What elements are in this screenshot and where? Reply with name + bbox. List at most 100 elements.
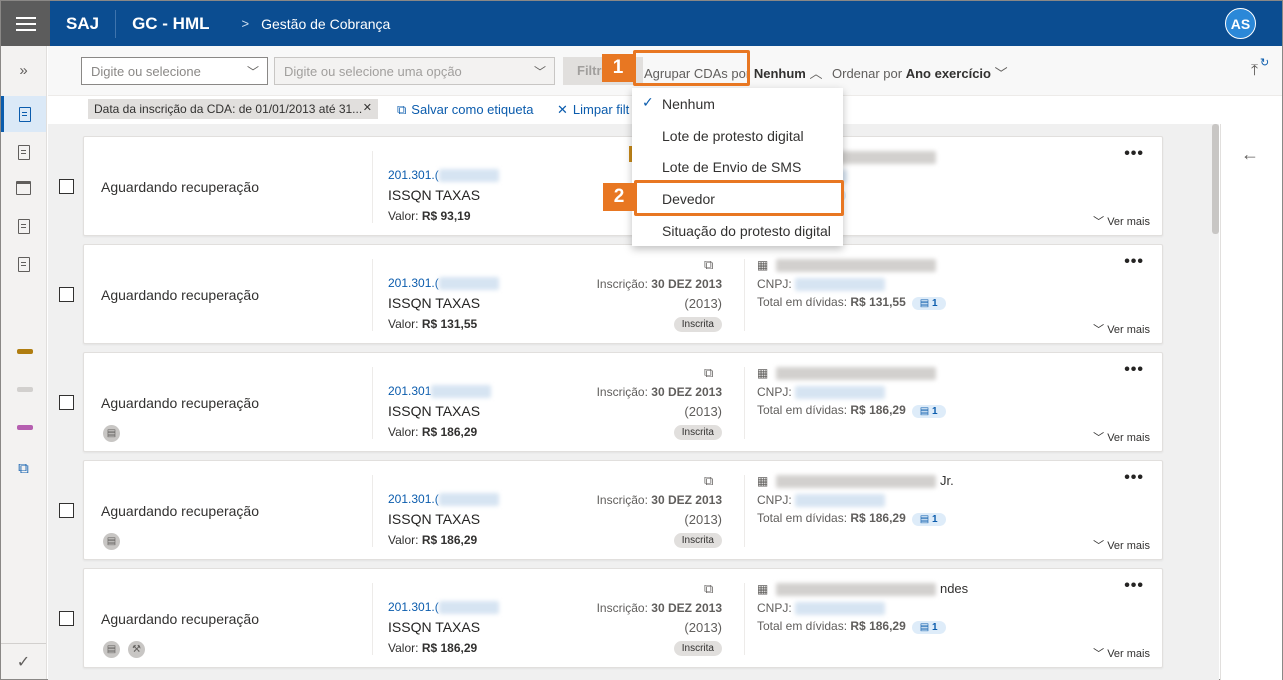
- more-options-button[interactable]: •••: [1124, 145, 1144, 163]
- rail-tag-purple[interactable]: [17, 425, 33, 430]
- row-checkbox[interactable]: [59, 287, 74, 302]
- debt-count-badge[interactable]: ▤ 1: [911, 621, 946, 634]
- menu-item-situacao-protesto[interactable]: Situação do protesto digital: [632, 215, 843, 247]
- more-options-button[interactable]: •••: [1124, 469, 1144, 487]
- back-arrow-icon[interactable]: ←: [1241, 144, 1259, 165]
- debt-count-badge[interactable]: ▤ 1: [911, 297, 946, 310]
- column-divider: [744, 367, 745, 439]
- cda-card[interactable]: Aguardando recuperação ▤ 201.301.(ISSQN TA…: [83, 460, 1163, 560]
- devedor-cnpj: CNPJ:: [757, 385, 886, 400]
- cda-card[interactable]: Aguardando recuperação ▤ 201.301 ISSQN TAXA…: [83, 352, 1163, 452]
- devedor-name[interactable]: ▦: [757, 257, 937, 273]
- rail-item-calendar[interactable]: [1, 170, 46, 206]
- rail-item-history[interactable]: [1, 246, 46, 282]
- cda-number-link[interactable]: 201.301.(: [388, 168, 499, 183]
- valor-value: R$ 93,19: [421, 209, 471, 223]
- chevron-right-icon: >: [241, 16, 250, 31]
- devedor-name[interactable]: ▦ Jr.: [757, 473, 954, 489]
- menu-item-nenhum[interactable]: ✓ Nenhum: [632, 88, 843, 120]
- save-as-tag-link[interactable]: ⧉ Salvar como etiqueta: [397, 102, 533, 118]
- cda-card[interactable]: Aguardando recuperação 201.301.(ISSQN TAX…: [83, 244, 1163, 344]
- menu-item-lote-sms[interactable]: Lote de Envio de SMS: [632, 151, 843, 183]
- see-more-link[interactable]: ﹀ Ver mais: [1093, 645, 1150, 661]
- row-checkbox[interactable]: [59, 395, 74, 410]
- see-more-label: Ver mais: [1107, 540, 1150, 552]
- order-by-dropdown[interactable]: Ordenar por Ano exercício ﹀: [832, 63, 1008, 82]
- redacted-text: [776, 367, 937, 381]
- devedor-cnpj: CNPJ:: [757, 493, 886, 508]
- see-more-label: Ver mais: [1107, 216, 1150, 228]
- rail-item-documents[interactable]: [1, 134, 46, 170]
- row-checkbox[interactable]: [59, 503, 74, 518]
- row-checkbox[interactable]: [59, 179, 74, 194]
- menu-item-lote-protesto[interactable]: Lote de protesto digital: [632, 120, 843, 152]
- cda-number-link[interactable]: 201.301.(: [388, 492, 499, 507]
- cda-status: Aguardando recuperação: [101, 395, 260, 411]
- more-options-button[interactable]: •••: [1124, 253, 1144, 271]
- rail-tag-gray[interactable]: [17, 387, 33, 392]
- valor-label: Valor:: [388, 317, 419, 331]
- inscricao-date: 30 DEZ 2013: [651, 601, 722, 615]
- monitor-tag-icon: ⧉: [704, 257, 714, 272]
- debt-count-badge[interactable]: ▤ 1: [911, 513, 946, 526]
- cda-number-link[interactable]: 201.301.(: [388, 600, 499, 615]
- menu-button[interactable]: [1, 1, 50, 46]
- see-more-link[interactable]: ﹀ Ver mais: [1093, 429, 1150, 445]
- total-debt: Total em dívidas: R$ 186,29 ▤ 1: [757, 403, 946, 418]
- rail-item-cdas[interactable]: [1, 96, 46, 132]
- redacted-text: [438, 493, 499, 507]
- cda-number-link[interactable]: 201.301: [388, 384, 492, 399]
- clear-filters-link[interactable]: ✕ Limpar filt: [557, 102, 629, 118]
- document-clock-icon: [17, 256, 30, 272]
- cda-number-link[interactable]: 201.301.(: [388, 276, 499, 291]
- type-select-placeholder: Digite ou selecione: [91, 64, 201, 79]
- row-checkbox[interactable]: [59, 611, 74, 626]
- scrollbar-thumb[interactable]: [1212, 124, 1219, 234]
- see-more-link[interactable]: ﹀ Ver mais: [1093, 213, 1150, 229]
- option-select[interactable]: Digite ou selecione uma opção ﹀: [274, 57, 555, 85]
- hamburger-icon: [15, 16, 36, 31]
- double-chevron-down-icon: ﹀: [1093, 432, 1108, 444]
- redacted-text: [431, 385, 492, 399]
- brand-logo[interactable]: SAJ: [66, 14, 99, 34]
- close-icon[interactable]: ✕: [363, 101, 372, 114]
- see-more-link[interactable]: ﹀ Ver mais: [1093, 537, 1150, 553]
- debt-count-badge[interactable]: ▤ 1: [911, 405, 946, 418]
- export-refresh-button[interactable]: ⤒ ↻: [1248, 57, 1270, 82]
- cda-valor: Valor: R$ 186,29: [388, 425, 477, 439]
- chevron-up-icon: ︿: [809, 66, 823, 81]
- rail-item-settings-doc[interactable]: [1, 208, 46, 244]
- cda-card[interactable]: Aguardando recuperação ▤ ⚒ 201.301.(ISSQN T…: [83, 568, 1163, 668]
- avatar[interactable]: AS: [1225, 8, 1256, 39]
- rail-tag-orange[interactable]: [17, 349, 33, 354]
- breadcrumb[interactable]: Gestão de Cobrança: [261, 16, 390, 32]
- expand-rail-icon[interactable]: »: [1, 52, 46, 88]
- more-options-button[interactable]: •••: [1124, 361, 1144, 379]
- column-divider: [372, 259, 373, 331]
- valor-label: Valor:: [388, 641, 419, 655]
- cda-valor: Valor: R$ 186,29: [388, 641, 477, 655]
- group-by-value: Nenhum: [753, 66, 806, 81]
- see-more-link[interactable]: ﹀ Ver mais: [1093, 321, 1150, 337]
- active-filter-chip[interactable]: Data da inscrição da CDA: de 01/01/2013 …: [88, 99, 378, 119]
- type-select[interactable]: Digite ou selecione ﹀: [81, 57, 268, 85]
- rail-item-protest[interactable]: ⧉: [1, 450, 46, 486]
- cda-valor: Valor: R$ 131,55: [388, 317, 477, 331]
- inscricao: Inscrição: 30 DEZ 2013: [597, 277, 722, 291]
- inscricao: Inscrição: 30 DEZ 2013: [597, 601, 722, 615]
- devedor-name[interactable]: ▦: [757, 365, 937, 381]
- see-more-label: Ver mais: [1107, 648, 1150, 660]
- total-value: R$ 186,29: [850, 403, 906, 417]
- exercise-year: (2013): [684, 512, 722, 527]
- devedor-name[interactable]: ▦ ndes: [757, 581, 968, 597]
- total-debt: Total em dívidas: R$ 186,29 ▤ 1: [757, 619, 946, 634]
- close-icon: ✕: [557, 102, 568, 117]
- cda-tax: ISSQN TAXAS: [388, 619, 481, 635]
- document-icon: ▤: [919, 514, 933, 525]
- cda-number: 201.301: [388, 384, 432, 398]
- more-options-button[interactable]: •••: [1124, 577, 1144, 595]
- valor-value: R$ 186,29: [421, 533, 478, 547]
- callout-1-highlight: [633, 50, 750, 86]
- cnpj-label: CNPJ:: [757, 277, 792, 291]
- rail-bottom-check-icon[interactable]: ✓: [1, 643, 46, 679]
